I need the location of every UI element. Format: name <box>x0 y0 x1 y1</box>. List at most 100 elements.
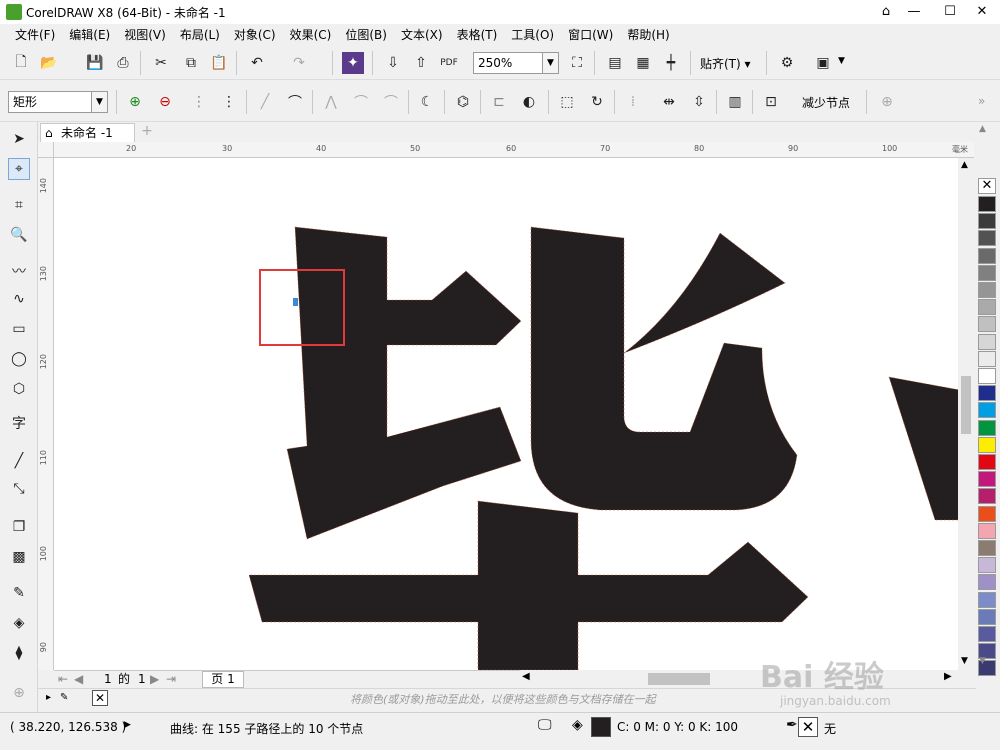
zoom-level-combo[interactable]: 250% ▼ <box>473 52 559 74</box>
add-icon[interactable]: ⊕ <box>876 91 898 113</box>
horizontal-ruler[interactable]: 20 30 40 50 60 70 80 90 100 毫米 <box>54 142 974 158</box>
application-launcher-icon[interactable]: ▣ <box>812 52 834 74</box>
color-proof-icon[interactable]: 🖵 <box>538 717 552 733</box>
pick-tool-icon[interactable]: ➤ <box>8 128 30 150</box>
outline-pen-icon[interactable]: ✒ <box>786 717 798 733</box>
rotate-nodes-icon[interactable]: ↻ <box>586 91 608 113</box>
paste-icon[interactable]: 📋 <box>208 52 230 74</box>
artistic-media-icon[interactable]: ∿ <box>8 288 30 310</box>
freehand-tool-icon[interactable]: 〰 <box>8 260 30 282</box>
show-grid-icon[interactable]: ▦ <box>632 52 654 74</box>
minimize-button[interactable]: — <box>896 0 932 24</box>
color-swatch[interactable] <box>978 385 996 402</box>
color-swatch[interactable] <box>978 282 996 298</box>
menu-item-11[interactable]: 帮助(H) <box>620 27 676 43</box>
shape-type-combo[interactable]: 矩形 ▼ <box>8 91 108 113</box>
copy-icon[interactable]: ⧉ <box>180 52 202 74</box>
zoom-tool-icon[interactable]: 🔍 <box>8 224 30 246</box>
maximize-button[interactable]: ☐ <box>932 0 968 24</box>
search-content-icon[interactable]: ✦ <box>342 52 364 74</box>
color-swatch[interactable] <box>978 436 996 453</box>
menu-item-9[interactable]: 工具(O) <box>504 27 561 43</box>
color-swatch[interactable] <box>978 557 996 574</box>
add-node-icon[interactable]: ⊕ <box>124 91 146 113</box>
crop-tool-icon[interactable]: ⌗ <box>8 194 30 216</box>
previous-page-icon[interactable]: ◀ <box>74 671 83 687</box>
extract-subpath-icon[interactable]: ⊏ <box>488 91 510 113</box>
close-curve-icon[interactable]: ◐ <box>518 91 540 113</box>
menu-item-5[interactable]: 效果(C) <box>283 27 339 43</box>
vertical-ruler[interactable]: 140 130 120 110 100 90 <box>38 158 54 670</box>
color-swatch[interactable] <box>978 626 996 642</box>
color-swatch[interactable] <box>978 247 996 264</box>
new-tab-icon[interactable]: + <box>138 123 156 141</box>
elastic-mode-icon[interactable]: ▥ <box>724 91 746 113</box>
menu-item-10[interactable]: 窗口(W) <box>561 27 620 43</box>
connector-tool-icon[interactable]: ⤡ <box>8 478 30 500</box>
document-tab[interactable]: ⌂ 未命名 -1 <box>40 123 135 142</box>
options-gear-icon[interactable]: ⚙ <box>776 52 798 74</box>
no-color-swatch[interactable]: ✕ <box>92 690 108 706</box>
smooth-node-icon[interactable]: ⌒ <box>350 91 372 113</box>
menu-item-0[interactable]: 文件(F) <box>8 27 62 43</box>
extend-curve-icon[interactable]: ⌬ <box>452 91 474 113</box>
page-tab[interactable]: 页 1 <box>202 671 244 688</box>
close-button[interactable]: ✕ <box>964 0 1000 24</box>
color-swatch[interactable] <box>978 540 996 556</box>
transparency-tool-icon[interactable]: ▩ <box>8 546 30 568</box>
show-guidelines-icon[interactable]: ┿ <box>660 52 682 74</box>
color-swatch[interactable] <box>978 471 996 488</box>
color-swatch[interactable] <box>978 522 996 539</box>
color-swatch[interactable] <box>978 419 996 436</box>
chevron-down-icon[interactable]: ▼ <box>838 56 845 66</box>
show-rulers-icon[interactable]: ▤ <box>604 52 626 74</box>
menu-item-1[interactable]: 编辑(E) <box>62 27 117 43</box>
ellipse-tool-icon[interactable]: ◯ <box>8 348 30 370</box>
reverse-direction-icon[interactable]: ☾ <box>416 91 438 113</box>
to-line-icon[interactable]: ╱ <box>254 91 276 113</box>
vertical-scrollbar[interactable]: ▲ ▼ <box>958 158 974 670</box>
chevron-down-icon[interactable]: ▼ <box>542 53 558 73</box>
open-folder-icon[interactable]: 📂 <box>38 52 60 74</box>
chevron-down-icon[interactable]: ▼ <box>91 92 107 112</box>
palette-menu-icon[interactable]: ▸ <box>46 692 51 703</box>
smart-fill-icon[interactable]: ⧫ <box>8 642 30 664</box>
fill-icon[interactable]: ◈ <box>572 717 583 733</box>
vertical-scroll-thumb[interactable] <box>961 376 971 434</box>
publish-pdf-icon[interactable]: PDF <box>438 52 460 74</box>
menu-item-3[interactable]: 布局(L) <box>173 27 227 43</box>
menu-item-7[interactable]: 文本(X) <box>394 27 450 43</box>
scroll-down-icon[interactable]: ▼ <box>961 656 968 666</box>
reflect-vertical-icon[interactable]: ⇳ <box>688 91 710 113</box>
redo-icon[interactable]: ↷ <box>288 52 310 74</box>
polygon-tool-icon[interactable]: ⬡ <box>8 378 30 400</box>
import-icon[interactable]: ⇩ <box>382 52 404 74</box>
color-swatch[interactable] <box>978 230 996 247</box>
horizontal-scroll-thumb[interactable] <box>648 673 710 685</box>
delete-node-icon[interactable]: ⊖ <box>154 91 176 113</box>
color-swatch[interactable] <box>978 505 996 522</box>
cusp-node-icon[interactable]: ⋀ <box>320 91 342 113</box>
color-swatch[interactable] <box>978 213 996 230</box>
palette-scroll-down-icon[interactable]: ▼ <box>979 656 986 666</box>
menu-item-2[interactable]: 视图(V) <box>117 27 173 43</box>
join-nodes-icon[interactable]: ⋮ <box>188 91 210 113</box>
color-swatch[interactable] <box>978 454 996 470</box>
color-swatch[interactable] <box>978 368 996 384</box>
save-icon[interactable]: 💾 <box>84 52 106 74</box>
first-page-icon[interactable]: ⇤ <box>58 671 68 687</box>
color-swatch[interactable] <box>978 333 996 350</box>
color-swatch[interactable] <box>978 316 996 333</box>
eyedropper-tool-icon[interactable]: ✎ <box>8 582 30 604</box>
eyedropper-icon[interactable]: ✎ <box>60 692 68 703</box>
drawing-canvas[interactable] <box>54 158 958 670</box>
undo-icon[interactable]: ↶ <box>246 52 268 74</box>
new-document-icon[interactable]: 🗋 <box>10 52 32 74</box>
stretch-nodes-icon[interactable]: ⬚ <box>556 91 578 113</box>
interactive-fill-icon[interactable]: ◈ <box>8 612 30 634</box>
menu-item-4[interactable]: 对象(C) <box>227 27 283 43</box>
palette-scroll-up-icon[interactable]: ▲ <box>979 124 986 134</box>
fill-color-swatch[interactable] <box>591 717 611 737</box>
color-swatch[interactable] <box>978 196 996 212</box>
snap-to-dropdown[interactable]: 贴齐(T) ▾ <box>700 55 751 72</box>
